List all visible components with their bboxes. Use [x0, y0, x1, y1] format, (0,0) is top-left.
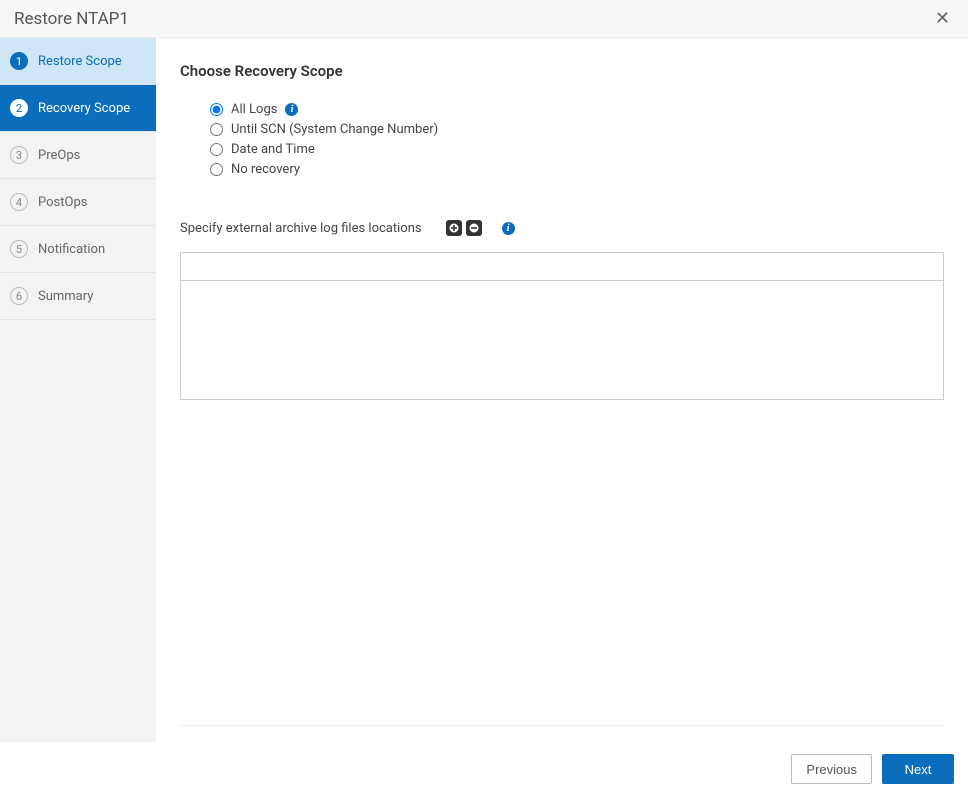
step-summary[interactable]: 6 Summary [0, 273, 156, 320]
archive-label-row: Specify external archive log files locat… [180, 220, 944, 236]
recovery-scope-options: All Logs i Until SCN (System Change Numb… [180, 102, 944, 182]
radio-label: Date and Time [231, 142, 315, 157]
step-label: Summary [38, 289, 93, 304]
archive-icon-group: i [446, 220, 515, 236]
step-restore-scope[interactable]: 1 Restore Scope [0, 38, 156, 85]
close-icon[interactable]: ✕ [931, 6, 954, 32]
info-icon[interactable]: i [285, 103, 298, 116]
archive-locations-list [180, 252, 944, 400]
step-preops[interactable]: 3 PreOps [0, 132, 156, 179]
content-panel: Choose Recovery Scope All Logs i Until S… [156, 38, 968, 742]
info-icon[interactable]: i [502, 222, 515, 235]
window-title: Restore NTAP1 [14, 9, 129, 29]
archive-label: Specify external archive log files locat… [180, 221, 422, 236]
option-no-recovery[interactable]: No recovery [210, 162, 944, 177]
step-number: 2 [10, 99, 28, 117]
main-area: 1 Restore Scope 2 Recovery Scope 3 PreOp… [0, 38, 968, 742]
step-recovery-scope[interactable]: 2 Recovery Scope [0, 85, 156, 132]
titlebar: Restore NTAP1 ✕ [0, 0, 968, 38]
radio-date-time[interactable] [210, 143, 223, 156]
step-number: 3 [10, 146, 28, 164]
content-separator [180, 725, 944, 726]
radio-label: Until SCN (System Change Number) [231, 122, 438, 137]
archive-location-input[interactable] [181, 253, 943, 281]
radio-no-recovery[interactable] [210, 163, 223, 176]
step-label: Restore Scope [38, 54, 122, 69]
add-location-icon[interactable] [446, 220, 462, 236]
step-number: 6 [10, 287, 28, 305]
radio-label: No recovery [231, 162, 300, 177]
step-postops[interactable]: 4 PostOps [0, 179, 156, 226]
previous-button[interactable]: Previous [791, 754, 872, 784]
step-number: 5 [10, 240, 28, 258]
step-label: Recovery Scope [38, 101, 130, 116]
remove-location-icon[interactable] [466, 220, 482, 236]
page-heading: Choose Recovery Scope [180, 62, 944, 80]
option-date-time[interactable]: Date and Time [210, 142, 944, 157]
radio-label: All Logs [231, 102, 277, 117]
radio-all-logs[interactable] [210, 103, 223, 116]
step-notification[interactable]: 5 Notification [0, 226, 156, 273]
wizard-footer: Previous Next [0, 742, 968, 796]
radio-until-scn[interactable] [210, 123, 223, 136]
step-number: 1 [10, 52, 28, 70]
step-number: 4 [10, 193, 28, 211]
wizard-sidebar: 1 Restore Scope 2 Recovery Scope 3 PreOp… [0, 38, 156, 742]
step-label: PreOps [38, 148, 80, 163]
option-until-scn[interactable]: Until SCN (System Change Number) [210, 122, 944, 137]
next-button[interactable]: Next [882, 754, 954, 784]
step-label: PostOps [38, 195, 87, 210]
option-all-logs[interactable]: All Logs i [210, 102, 944, 117]
step-label: Notification [38, 242, 105, 257]
